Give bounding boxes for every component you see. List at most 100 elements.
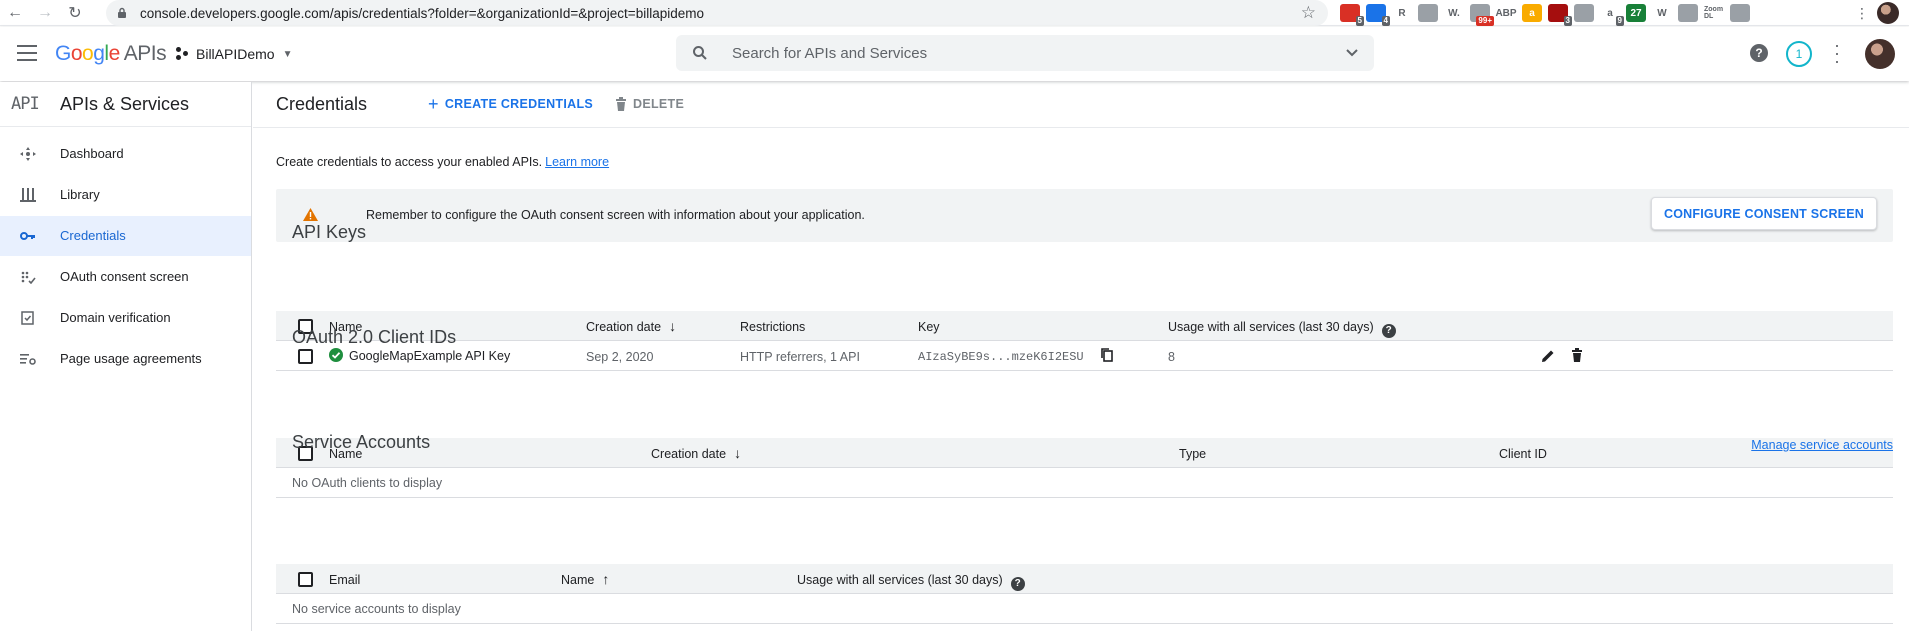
sidebar-item-credentials[interactable]: Credentials bbox=[0, 216, 251, 256]
forward-arrow-icon[interactable]: → bbox=[30, 0, 60, 26]
app-header: GoogleAPIs BillAPIDemo ▼ ? 1 ··· bbox=[0, 27, 1909, 81]
column-header-client-id[interactable]: Client ID bbox=[1499, 447, 1547, 461]
consent-icon bbox=[20, 270, 36, 285]
intro-text: Create credentials to access your enable… bbox=[276, 155, 609, 169]
table-row[interactable]: GoogleMapExample API Key Sep 2, 2020 HTT… bbox=[276, 341, 1893, 371]
extension-label: a bbox=[1607, 7, 1613, 19]
banner-message: Remember to configure the OAuth consent … bbox=[366, 208, 865, 222]
domain-check-icon bbox=[20, 311, 36, 325]
help-icon[interactable]: ? bbox=[1750, 44, 1768, 62]
api-keys-title: API Keys bbox=[292, 222, 367, 242]
help-icon[interactable]: ? bbox=[1381, 323, 1396, 338]
lock-icon bbox=[118, 7, 126, 18]
reload-icon[interactable]: ↻ bbox=[60, 0, 90, 26]
column-header-usage[interactable]: Usage with all services (last 30 days)? bbox=[1168, 320, 1396, 338]
abp-ext-icon[interactable]: ABP bbox=[1495, 4, 1517, 22]
calendar-ext-icon[interactable]: 27 bbox=[1626, 4, 1646, 22]
column-header-creation-date[interactable]: Creation date ↓ bbox=[586, 318, 677, 334]
sidebar-item-label: Domain verification bbox=[60, 310, 171, 325]
help-icon[interactable]: ? bbox=[1010, 576, 1025, 591]
check-circle-icon bbox=[329, 348, 343, 362]
folder-ext-icon[interactable] bbox=[1418, 4, 1438, 22]
api-key-usage: 8 bbox=[1168, 350, 1175, 364]
address-bar[interactable]: console.developers.google.com/apis/crede… bbox=[106, 0, 1328, 26]
google-apis-logo[interactable]: Google APIs bbox=[55, 42, 167, 66]
arrow-down-icon: ↓ bbox=[669, 318, 677, 334]
trash-icon[interactable] bbox=[1571, 348, 1583, 362]
sidebar-item-domain-verification[interactable]: Domain verification bbox=[0, 298, 251, 338]
oauth-title: OAuth 2.0 Client IDs bbox=[292, 327, 457, 347]
extension-label: R bbox=[1398, 7, 1406, 19]
search-input[interactable] bbox=[732, 35, 1292, 71]
create-credentials-button[interactable]: + CREATE CREDENTIALS bbox=[428, 94, 594, 114]
delete-button[interactable]: DELETE bbox=[615, 97, 684, 111]
chevron-down-icon[interactable] bbox=[1344, 45, 1360, 61]
amazon-ext-icon[interactable]: a bbox=[1522, 4, 1542, 22]
extension-badge: 4 bbox=[1381, 16, 1390, 26]
more-options-icon[interactable]: · · · bbox=[1834, 36, 1840, 70]
column-header-name[interactable]: Name ↑ bbox=[561, 572, 609, 587]
sidebar-item-dashboard[interactable]: Dashboard bbox=[0, 134, 251, 174]
plus-icon: + bbox=[428, 94, 439, 114]
browser-toolbar: ← → ↻ console.developers.google.com/apis… bbox=[0, 0, 1909, 26]
sidebar-item-page-usage-agreements[interactable]: Page usage agreements bbox=[0, 339, 251, 379]
back-arrow-icon[interactable]: ← bbox=[0, 0, 30, 26]
shield-ext-icon[interactable]: 3 bbox=[1548, 4, 1572, 26]
column-header-usage[interactable]: Usage with all services (last 30 days)? bbox=[797, 573, 1025, 591]
grey-ext-icon[interactable] bbox=[1574, 4, 1594, 22]
row-checkbox[interactable] bbox=[298, 349, 313, 364]
project-selector[interactable]: BillAPIDemo ▼ bbox=[176, 46, 293, 62]
main-content: Credentials + CREATE CREDENTIALS DELETE … bbox=[253, 82, 1909, 631]
extension-badge: 3 bbox=[1563, 16, 1572, 26]
notifications-badge[interactable]: 1 bbox=[1786, 41, 1812, 67]
extension-label: Zoom DL bbox=[1704, 6, 1724, 20]
column-header-creation-date[interactable]: Creation date ↓ bbox=[651, 445, 742, 461]
api-key-name-cell[interactable]: GoogleMapExample API Key bbox=[329, 348, 510, 363]
intro-sentence: Create credentials to access your enable… bbox=[276, 155, 543, 169]
learn-more-link[interactable]: Learn more bbox=[545, 155, 609, 169]
extension-label: ABP bbox=[1495, 7, 1517, 19]
column-header-type[interactable]: Type bbox=[1179, 447, 1206, 461]
camera-ext-icon[interactable] bbox=[1678, 4, 1698, 22]
sidebar-item-library[interactable]: Library bbox=[0, 175, 251, 215]
hamburger-menu-icon[interactable] bbox=[17, 45, 37, 61]
empty-row: No OAuth clients to display bbox=[276, 468, 1893, 498]
trello-ext-icon[interactable]: 4 bbox=[1366, 4, 1390, 26]
extension-label: 27 bbox=[1630, 7, 1642, 19]
wp-ext-icon[interactable]: W bbox=[1652, 4, 1672, 22]
search-bar[interactable] bbox=[676, 35, 1374, 71]
warning-icon bbox=[303, 208, 318, 221]
bookmark-star-icon[interactable]: ☆ bbox=[1301, 3, 1316, 23]
browser-menu-icon[interactable]: ⋮ bbox=[1855, 5, 1869, 22]
a-ext-icon[interactable]: a9 bbox=[1600, 4, 1624, 26]
r-ext-icon[interactable]: R bbox=[1392, 4, 1412, 22]
column-header-restrictions[interactable]: Restrictions bbox=[740, 320, 805, 334]
zoom-ext-icon[interactable]: Zoom DL bbox=[1704, 4, 1724, 22]
mail-ext-icon[interactable]: 99+ bbox=[1470, 4, 1494, 26]
manage-service-accounts-link[interactable]: Manage service accounts bbox=[1751, 438, 1893, 452]
puzzle-ext-icon[interactable] bbox=[1730, 4, 1750, 22]
page-title: Credentials bbox=[276, 94, 368, 114]
column-header-email[interactable]: Email bbox=[329, 573, 360, 587]
extension-label: W. bbox=[1448, 7, 1460, 19]
sidebar-item-label: Library bbox=[60, 187, 100, 202]
w-ext-icon[interactable]: W. bbox=[1444, 4, 1464, 22]
copy-icon[interactable] bbox=[1101, 348, 1113, 362]
sidebar-header: API APIs & Services bbox=[0, 82, 251, 127]
sidebar-item-oauth-consent-screen[interactable]: OAuth consent screen bbox=[0, 257, 251, 297]
account-avatar[interactable] bbox=[1865, 39, 1895, 69]
column-header-key[interactable]: Key bbox=[918, 320, 940, 334]
trash-icon bbox=[616, 97, 626, 111]
pdf-ext-icon[interactable]: 5 bbox=[1340, 4, 1364, 26]
configure-consent-button[interactable]: CONFIGURE CONSENT SCREEN bbox=[1651, 197, 1877, 230]
select-all-checkbox[interactable] bbox=[298, 572, 313, 587]
sidebar: API APIs & Services Dashboard Library Cred… bbox=[0, 82, 252, 631]
dashboard-icon bbox=[20, 147, 36, 161]
browser-profile-avatar[interactable] bbox=[1877, 2, 1899, 24]
key-icon bbox=[20, 229, 36, 243]
table-header: Name Creation date ↓ Restrictions Key Usa… bbox=[276, 311, 1893, 341]
edit-pencil-icon[interactable] bbox=[1541, 349, 1555, 363]
arrow-down-icon: ↓ bbox=[734, 445, 742, 461]
create-credentials-label: CREATE CREDENTIALS bbox=[444, 97, 594, 111]
consent-warning-banner: Remember to configure the OAuth consent … bbox=[276, 189, 1893, 242]
